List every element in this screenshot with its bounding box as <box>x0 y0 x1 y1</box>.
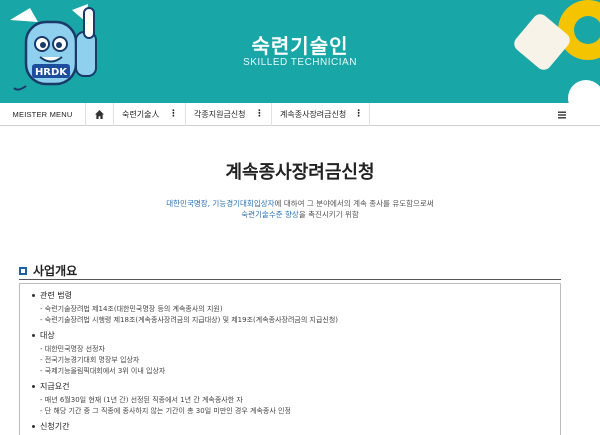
overview-group: 관련 법령 - 숙련기술장려법 제14조(대한민국명장 등의 계속종사의 지원)… <box>32 290 548 326</box>
more-vertical-icon: ⋮ <box>354 108 363 119</box>
more-vertical-icon: ⋮ <box>169 108 178 119</box>
list-item: - 단 해당 기간 중 그 직종에 종사하지 않는 기간이 총 30일 미만인 … <box>40 407 291 415</box>
group-heading-text: 신청기간 <box>40 422 70 431</box>
nav-item-label: 계속종사장려금신청 <box>280 109 347 119</box>
group-heading: 관련 법령 <box>32 290 548 301</box>
list-item: - 전국기능경기대회 명장부 입상자 <box>40 356 140 364</box>
nav-dropdown-skilled[interactable]: 숙련기술人 ⋮ <box>114 102 186 126</box>
square-bullet-icon <box>19 266 27 275</box>
bullet-icon <box>32 425 35 428</box>
group-heading-text: 지급요건 <box>40 382 70 391</box>
nav-dropdown-incentive[interactable]: 계속종사장려금신청 ⋮ <box>272 102 370 126</box>
hamburger-menu-button[interactable] <box>558 103 566 126</box>
page-title: 계속종사장려금신청 <box>225 162 375 183</box>
hamburger-icon <box>558 111 566 118</box>
header-banner: HRDK 숙련기술인 SKILLED TECHNICIAN <box>0 0 600 103</box>
nav-item-label: 숙련기술人 <box>122 109 160 119</box>
section-title: 사업개요 <box>33 264 78 278</box>
intro-highlight-target: 대한민국명장, 기능경기대회입상자 <box>166 199 275 208</box>
section-header: 사업개요 <box>19 262 561 280</box>
home-button[interactable] <box>86 102 114 126</box>
intro-text-part: 에 대하여 그 분야에서의 계속 종사를 유도함으로써 <box>274 199 434 208</box>
main-nav: MEISTER MENU 숙련기술人 ⋮ 각종지원금신청 ⋮ 계속종사장려금신청… <box>0 102 600 126</box>
list-item: - 매년 6월30일 현재 (1년 간) 선정된 직종에서 1년 간 계속종사한… <box>40 396 243 404</box>
more-vertical-icon: ⋮ <box>255 108 264 119</box>
list-item: - 국제기능올림픽대회에서 3위 이내 입상자 <box>40 367 166 375</box>
overview-group: 지급요건 - 매년 6월30일 현재 (1년 간) 선정된 직종에서 1년 간 … <box>32 381 548 417</box>
group-heading-text: 관련 법령 <box>40 291 72 300</box>
nav-item-label: 각종지원금신청 <box>194 109 246 119</box>
intro-text: 대한민국명장, 기능경기대회입상자에 대하여 그 분야에서의 계속 종사를 유도… <box>0 198 600 220</box>
intro-text-part: 을 촉진시키기 위함 <box>298 210 359 219</box>
group-heading: 신청기간 <box>32 421 548 432</box>
bullet-icon <box>32 334 35 337</box>
mascot-label: HRDK <box>35 67 68 78</box>
list-item: - 숙련기술장려법 시행령 제18조(계속종사장려금의 지급대상) 및 제19조… <box>40 316 338 324</box>
overview-group: 대상 - 대한민국명장 선정자 - 전국기능경기대회 명장부 입상자 - 국제기… <box>32 330 548 377</box>
decorative-shapes <box>514 0 600 103</box>
meister-menu-button[interactable]: MEISTER MENU <box>0 102 86 126</box>
bullet-icon <box>32 294 35 297</box>
group-heading: 지급요건 <box>32 381 548 392</box>
list-item: - 대한민국명장 선정자 <box>40 345 105 353</box>
group-heading: 대상 <box>32 330 548 341</box>
nav-dropdown-grants[interactable]: 각종지원금신청 ⋮ <box>186 102 272 126</box>
overview-box: 관련 법령 - 숙련기술장려법 제14조(대한민국명장 등의 계속종사의 지원)… <box>19 283 561 435</box>
bullet-icon <box>32 385 35 388</box>
list-item: - 숙련기술장려법 제14조(대한민국명장 등의 계속종사의 지원) <box>40 305 223 313</box>
overview-group: 신청기간 <box>32 421 548 432</box>
intro-highlight-goal: 숙련기술수준 향상 <box>241 210 299 219</box>
group-heading-text: 대상 <box>40 331 55 340</box>
home-icon <box>95 109 104 119</box>
